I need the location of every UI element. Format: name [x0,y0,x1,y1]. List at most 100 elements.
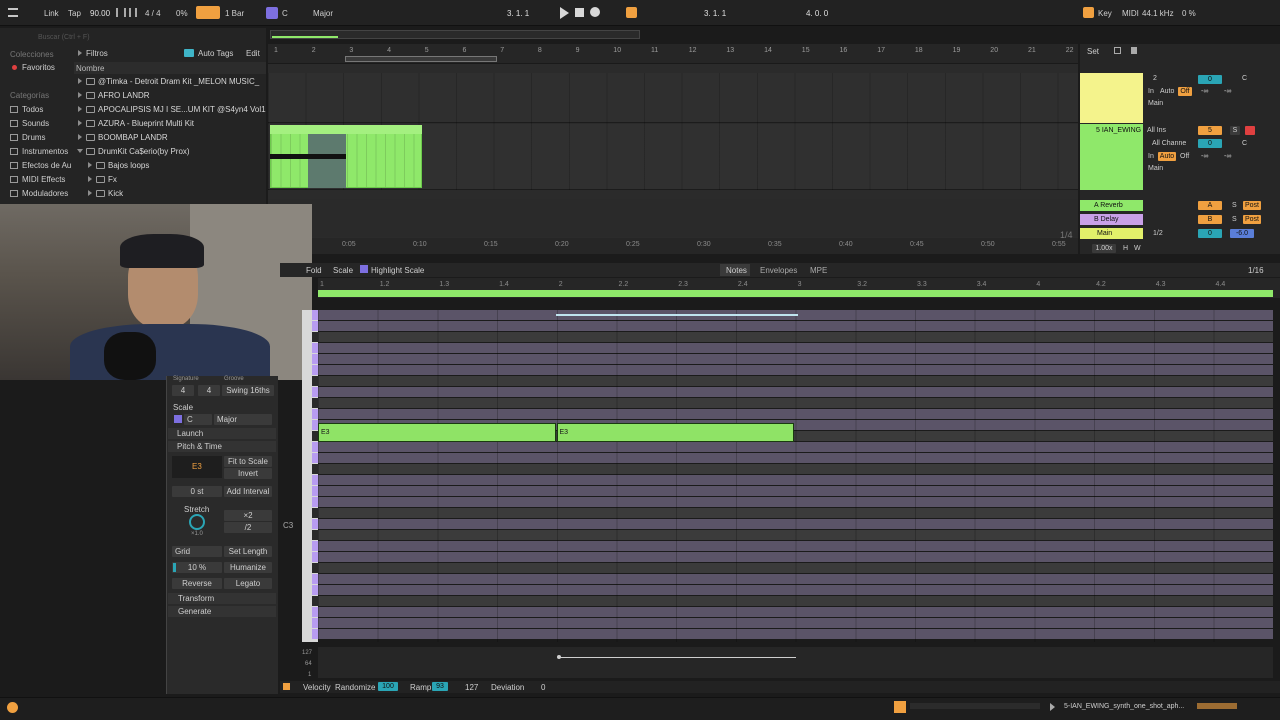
deviation-value[interactable]: 0 [541,683,545,692]
h-button[interactable]: H [1123,245,1128,252]
scale-key-menu[interactable]: C [184,414,212,425]
randomize-value[interactable]: 100 [378,682,398,691]
ramp-button[interactable]: Ramp [410,683,431,692]
scale-mode-menu[interactable]: Major [313,9,333,18]
track-1-send-b[interactable]: -∞ [1224,88,1231,95]
root-key-menu[interactable]: C [282,9,288,18]
track-2-off-button[interactable]: Off [1180,153,1189,160]
auto-tags-button[interactable]: Auto Tags [198,49,233,58]
velocity-line[interactable] [558,657,796,658]
browser-search-input[interactable]: Buscar (Ctrl + F) [38,34,90,41]
grid-menu[interactable]: Grid [172,546,222,557]
legato-button[interactable]: Legato [224,578,272,589]
groove-menu[interactable]: Swing 16ths [222,385,274,396]
track-2-auto-button[interactable]: Auto [1158,152,1176,161]
fit-to-scale-button[interactable]: Fit to Scale [224,456,272,467]
track-2-send[interactable]: -∞ [1201,153,1208,160]
velocity-lane[interactable] [318,647,1273,678]
return-a-solo[interactable]: S [1232,202,1237,209]
browser-folder-item[interactable]: APOCALIPSIS MJ I SE...UM KIT @S4yn4 Vol1 [78,103,266,116]
browser-folder-item[interactable]: DrumKit Ca$erio(by Prox) [77,145,190,158]
track-1-input[interactable]: 2 [1153,75,1157,82]
tab-envelopes[interactable]: Envelopes [760,266,797,275]
humanize-button[interactable]: Humanize [224,562,272,573]
browser-folder-item[interactable]: Kick [88,187,123,200]
return-b-name[interactable]: B Delay [1094,216,1119,223]
stretch-knob[interactable] [189,514,205,530]
track-2-in-button[interactable]: In [1148,153,1154,160]
invert-button[interactable]: Invert [224,468,272,479]
tempo-field[interactable]: 90.00 [90,9,110,18]
highlight-scale-label[interactable]: Highlight Scale [371,266,424,275]
category-item[interactable]: Moduladores [10,187,68,200]
midi-note[interactable]: E3 [318,423,556,442]
clip-loop-bar[interactable] [318,290,1273,297]
bars-icon[interactable] [129,8,137,17]
set-length-button[interactable]: Set Length [224,546,272,557]
menu-icon[interactable] [8,8,18,17]
browser-folder-item[interactable]: BOOMBAP LANDR [78,131,168,144]
randomize-button[interactable]: Randomize [335,683,375,692]
warning-icon[interactable] [894,701,906,713]
main-db-value[interactable]: -6.0 [1230,229,1254,238]
return-a-name[interactable]: A Reverb [1094,202,1123,209]
scale-toggle-icon[interactable] [266,7,278,19]
fold-button[interactable]: Fold [306,266,322,275]
loop-start-field[interactable]: 3. 1. 1 [704,9,726,18]
reverse-button[interactable]: Reverse [172,578,222,589]
stop-icon[interactable] [575,8,584,17]
return-a-post[interactable]: Post [1243,201,1261,210]
track-1-send[interactable]: -∞ [1201,88,1208,95]
tab-notes[interactable]: Notes [726,266,747,275]
play-track-icon[interactable] [1050,703,1055,711]
track-2-arm-button[interactable] [1245,126,1255,135]
humanize-amount[interactable]: 10 % [172,562,222,573]
play-icon[interactable] [560,7,569,19]
signature-numerator[interactable]: 4 [172,385,194,396]
category-item[interactable]: Instrumentos [10,145,68,158]
return-a-letter[interactable]: A [1198,201,1222,210]
browser-folder-item[interactable]: @Timka - Detroit Dram Kit _MELON MUSIC_ [78,75,259,88]
highlight-scale-checkbox[interactable] [360,265,368,273]
metronome-icon[interactable] [116,8,126,17]
track-1-volume-meter[interactable]: 0 [1198,75,1222,84]
link-button[interactable]: Link [44,9,59,18]
record-icon[interactable] [590,7,600,17]
velocity-handle[interactable] [557,655,561,659]
midi-map-button[interactable]: MIDI [1122,9,1139,18]
key-map-button[interactable]: Key [1098,9,1112,18]
scale-button[interactable]: Scale [333,266,353,275]
arrangement-position[interactable]: 3. 1. 1 [507,9,529,18]
track-2-channel[interactable]: All Channe [1152,140,1186,147]
lock-icon[interactable] [1131,47,1137,54]
key-map-icon[interactable] [1083,7,1094,18]
w-button[interactable]: W [1134,245,1141,252]
grid-resolution[interactable]: 1/16 [1248,266,1264,275]
track-1-off-button[interactable]: Off [1178,87,1192,96]
category-item[interactable]: Todos [10,103,43,116]
zoom-value[interactable]: 1.00x [1092,244,1116,253]
browser-folder-item[interactable]: AZURA - Blueprint Multi Kit [78,117,194,130]
double-button[interactable]: ×2 [224,510,272,521]
add-interval-button[interactable]: Add Interval [224,486,272,497]
track-2-send-b[interactable]: -∞ [1224,153,1231,160]
signature-denominator[interactable]: 4 [198,385,220,396]
return-b-solo[interactable]: S [1232,216,1237,223]
category-item[interactable]: Drums [10,131,46,144]
time-signature-field[interactable]: 4 / 4 [145,9,161,18]
tab-mpe[interactable]: MPE [810,266,827,275]
track-1-in-button[interactable]: In [1148,88,1154,95]
scale-mode-menu[interactable]: Major [214,414,272,425]
loop-icon[interactable] [626,7,637,18]
expand-icon[interactable] [1114,47,1121,54]
track-2-output[interactable]: Main [1148,165,1163,172]
loop-length-field[interactable]: 4. 0. 0 [806,9,828,18]
ramp-value[interactable]: 93 [432,682,448,691]
category-item[interactable]: Efectos de Au [10,159,71,172]
track-1-auto-button[interactable]: Auto [1160,88,1174,95]
sidebar-item-favorites[interactable]: Favoritos [22,63,55,72]
main-track-name[interactable]: Main [1097,230,1112,237]
track-2-pan[interactable]: C [1242,140,1247,147]
category-item[interactable]: Sounds [10,117,49,130]
browser-folder-item[interactable]: AFRO LANDR [78,89,150,102]
